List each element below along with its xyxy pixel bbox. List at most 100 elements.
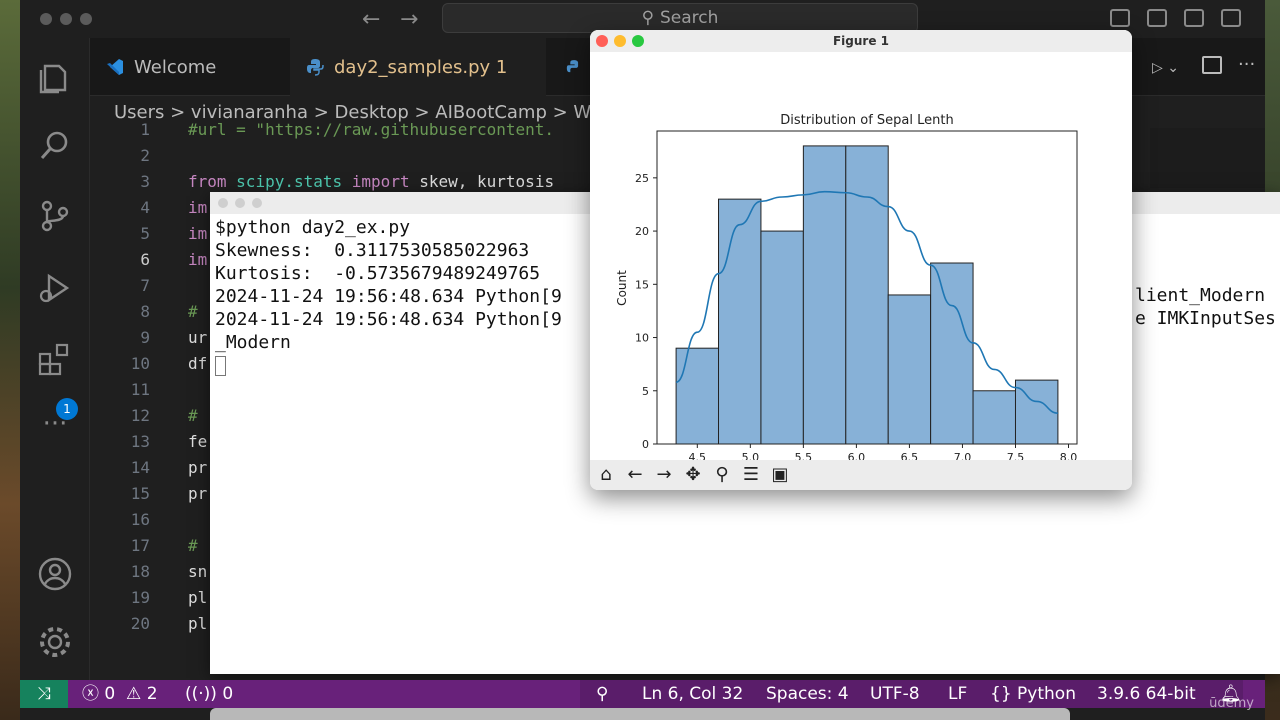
y-tick-label: 10 bbox=[635, 332, 649, 345]
status-bar: ⤨ ⓧ 0 ⚠ 2 ((·)) 0 ⚲ Ln 6, Col 32 Spaces:… bbox=[20, 680, 1265, 708]
more-actions-icon[interactable]: ··· bbox=[1238, 54, 1255, 75]
back-icon[interactable]: ← bbox=[623, 463, 647, 487]
terminal-minimize-button[interactable] bbox=[235, 198, 245, 208]
terminal-close-button[interactable] bbox=[218, 198, 228, 208]
python-file-icon bbox=[307, 59, 324, 76]
line-number: 16 bbox=[130, 510, 150, 529]
import-names: skew, kurtosis bbox=[419, 172, 555, 191]
minimize-window-button[interactable] bbox=[60, 13, 72, 25]
pan-icon[interactable]: ✥ bbox=[681, 463, 705, 487]
indentation[interactable]: Spaces: 4 bbox=[766, 680, 849, 708]
accounts-icon[interactable] bbox=[37, 556, 73, 592]
terminal-line: lient_Modern bbox=[1135, 285, 1266, 306]
terminal-line: Skewness: 0.3117530585022963 bbox=[215, 240, 530, 261]
line-number-current: 6 bbox=[140, 250, 150, 269]
language-mode[interactable]: {} Python bbox=[990, 680, 1076, 708]
search-view-icon[interactable] bbox=[37, 128, 73, 164]
figure-toolbar: ⌂ ← → ✥ ⚲ ☰ ▣ bbox=[590, 460, 1132, 490]
macos-dock[interactable] bbox=[210, 708, 1070, 720]
line-number: 19 bbox=[130, 588, 150, 607]
manage-gear-icon[interactable] bbox=[37, 624, 73, 660]
python-interpreter[interactable]: 3.9.6 64-bit bbox=[1097, 680, 1196, 708]
y-tick-label: 5 bbox=[642, 385, 649, 398]
zoom-status-icon[interactable]: ⚲ bbox=[596, 680, 608, 708]
histogram-bar bbox=[718, 198, 762, 445]
keyword-import: import bbox=[351, 172, 410, 191]
code-line-8: # bbox=[188, 302, 198, 321]
terminal-line: Kurtosis: -0.5735679489249765 bbox=[215, 263, 541, 284]
vscode-logo-icon bbox=[107, 59, 123, 75]
code-line-14: pr bbox=[188, 458, 208, 477]
close-window-button[interactable] bbox=[40, 13, 52, 25]
code-line-6: im bbox=[188, 250, 208, 269]
code-line-17: # bbox=[188, 536, 198, 555]
configure-icon[interactable]: ☰ bbox=[739, 463, 763, 487]
x-tick-label: 6.0 bbox=[848, 451, 866, 460]
source-control-icon[interactable] bbox=[37, 198, 73, 234]
forward-icon[interactable]: → bbox=[652, 463, 676, 487]
code-line-13: fe bbox=[188, 432, 208, 451]
terminal-maximize-button[interactable] bbox=[252, 198, 262, 208]
histogram-bar bbox=[972, 390, 1016, 445]
desktop-wallpaper bbox=[0, 0, 22, 720]
line-number: 9 bbox=[140, 328, 150, 347]
forward-arrow-icon[interactable]: → bbox=[400, 7, 418, 32]
ports-indicator[interactable]: ((·)) 0 bbox=[185, 680, 233, 708]
tab-welcome[interactable]: Welcome bbox=[90, 38, 286, 96]
split-editor-icon[interactable] bbox=[1202, 56, 1222, 74]
line-number: 1 bbox=[140, 120, 150, 139]
broadcast-icon: ((·)) bbox=[185, 684, 217, 704]
x-tick-label: 5.0 bbox=[742, 451, 760, 460]
remote-indicator-icon[interactable]: ⤨ bbox=[20, 680, 68, 708]
figure-maximize-button[interactable] bbox=[632, 35, 644, 47]
line-number: 15 bbox=[130, 484, 150, 503]
x-tick-label: 7.5 bbox=[1007, 451, 1025, 460]
problems-indicator[interactable]: ⓧ 0 ⚠ 2 bbox=[82, 680, 158, 708]
code-line-18: sn bbox=[188, 562, 208, 581]
matplotlib-figure-window[interactable]: Figure 1 Distribution of Sepal Lenth 4.5… bbox=[590, 30, 1132, 490]
y-axis-label: Count bbox=[615, 270, 629, 306]
line-number: 12 bbox=[130, 406, 150, 425]
terminal-line: 2024-11-24 19:56:48.634 Python[9 bbox=[215, 286, 562, 307]
y-tick-label: 20 bbox=[635, 225, 649, 238]
save-icon[interactable]: ▣ bbox=[768, 463, 792, 487]
tab-day2-samples[interactable]: day2_samples.py 1 bbox=[290, 38, 546, 96]
x-tick-label: 6.5 bbox=[901, 451, 919, 460]
more-icon[interactable]: ··· bbox=[37, 411, 73, 450]
zoom-icon[interactable]: ⚲ bbox=[710, 463, 734, 487]
x-tick-label: 4.5 bbox=[689, 451, 707, 460]
line-number: 4 bbox=[140, 198, 150, 217]
cursor-position[interactable]: Ln 6, Col 32 bbox=[642, 680, 743, 708]
run-debug-icon[interactable] bbox=[37, 270, 73, 306]
run-icon[interactable]: ▷ ⌄ bbox=[1152, 60, 1179, 76]
minimap[interactable] bbox=[1150, 128, 1265, 188]
tab-label: Welcome bbox=[134, 56, 217, 78]
extensions-icon[interactable] bbox=[37, 342, 73, 378]
end-of-line[interactable]: LF bbox=[948, 680, 967, 708]
terminal-line: e IMKInputSes bbox=[1135, 308, 1276, 329]
toggle-secondary-sidebar-icon[interactable] bbox=[1184, 9, 1204, 27]
toggle-primary-sidebar-icon[interactable] bbox=[1110, 9, 1130, 27]
code-line-9: ur bbox=[188, 328, 208, 347]
back-arrow-icon[interactable]: ← bbox=[362, 7, 380, 32]
code-line-4: im bbox=[188, 198, 208, 217]
figure-minimize-button[interactable] bbox=[614, 35, 626, 47]
x-tick-label: 5.5 bbox=[795, 451, 813, 460]
maximize-window-button[interactable] bbox=[80, 13, 92, 25]
y-tick-label: 0 bbox=[642, 438, 649, 451]
toggle-panel-icon[interactable] bbox=[1147, 9, 1167, 27]
command-center-search[interactable]: ⚲ Search bbox=[442, 3, 918, 33]
module-name: scipy.stats bbox=[236, 172, 343, 191]
code-line-19: pl bbox=[188, 588, 208, 607]
keyword-from: from bbox=[188, 172, 227, 191]
customize-layout-icon[interactable] bbox=[1221, 9, 1241, 27]
explorer-icon[interactable] bbox=[37, 60, 73, 96]
histogram-bar bbox=[760, 230, 804, 445]
line-number: 17 bbox=[130, 536, 150, 555]
line-number: 14 bbox=[130, 458, 150, 477]
figure-close-button[interactable] bbox=[596, 35, 608, 47]
encoding[interactable]: UTF-8 bbox=[870, 680, 920, 708]
histogram-bar bbox=[802, 145, 847, 445]
figure-title-bar: Figure 1 bbox=[590, 30, 1132, 52]
home-icon[interactable]: ⌂ bbox=[594, 463, 618, 487]
